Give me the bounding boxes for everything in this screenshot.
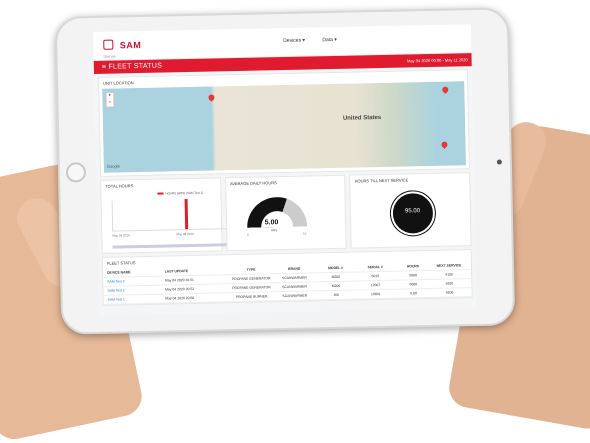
device-link[interactable]: SAM Test 1	[108, 297, 166, 301]
legend-label: HOURS [HRS] (SAM Test 1)	[165, 190, 204, 196]
cell-model: M200	[331, 274, 341, 280]
x-tick-label: May 08 2020	[176, 231, 194, 237]
cell-last-update: May 04 2020 20:51	[164, 277, 194, 283]
zoom-control: + −	[105, 91, 115, 108]
logo-icon	[103, 39, 114, 50]
cell-type: PROPANE GENERATOR	[232, 285, 271, 291]
column-header[interactable]: HOURS	[395, 264, 431, 269]
map-pin-icon[interactable]	[207, 93, 216, 102]
nav-data[interactable]: Data ▾	[322, 37, 337, 43]
next-service-value: 95.00	[404, 208, 421, 215]
cell-next-service: 9200	[445, 290, 454, 295]
chart-legend[interactable]: HOURS [HRS] (SAM Test 1)	[157, 191, 203, 196]
map-pin-icon[interactable]	[441, 85, 450, 94]
gauge-max: 10	[302, 231, 307, 236]
cell-type: PROPANE BURNER	[235, 294, 268, 300]
camera-icon	[496, 159, 502, 165]
x-tick-label: May 04 2020	[112, 233, 130, 238]
cell-next-service: 9100	[445, 272, 453, 277]
average-daily-title: AVERAGE DAILY HOURS	[229, 180, 277, 187]
cell-serial: 5015	[371, 274, 380, 279]
hours-bar[interactable]	[184, 199, 189, 230]
widget-row: TOTAL HOURS HOURS [HRS] (SAM Test 1) May…	[100, 172, 472, 254]
zoom-out-button[interactable]: −	[106, 100, 113, 107]
column-header[interactable]: MODEL #	[316, 266, 356, 271]
cell-model: J60	[333, 292, 339, 298]
column-header[interactable]: BRAND	[273, 266, 316, 271]
cell-model: M200	[331, 283, 341, 289]
app-screen: SAM iSense Devices ▾ Data ▾ ≡ FLEET STAT…	[93, 24, 477, 316]
cell-brand: SCANWARMER	[282, 293, 308, 299]
cell-hours: 5.00	[410, 291, 417, 296]
main-nav: Devices ▾ Data ▾	[283, 37, 353, 44]
cell-next-service: 9200	[445, 281, 454, 286]
map-pin-icon[interactable]	[440, 140, 449, 149]
cell-hours: 5000	[409, 282, 418, 287]
map-country-label: United States	[342, 114, 382, 122]
column-header[interactable]: NEXT SERVICE	[431, 263, 467, 268]
unit-map[interactable]: + − United States Google	[102, 81, 466, 173]
fleet-status-table: FLEET STATUS DEVICE NAME LAST UPDATE TYP…	[101, 249, 473, 306]
google-logo: Google	[106, 163, 120, 169]
tablet-device: SAM iSense Devices ▾ Data ▾ ≡ FLEET STAT…	[54, 7, 516, 335]
cell-hours: 5000	[409, 273, 417, 278]
column-header[interactable]: TYPE	[229, 267, 272, 272]
device-link[interactable]: SAM Test 3	[107, 279, 165, 283]
next-service-dial: 95.00	[390, 190, 436, 236]
column-header[interactable]: LAST UPDATE	[165, 268, 230, 273]
cell-last-update: May 04 2020 20:52	[165, 286, 195, 292]
cell-serial: 12007	[370, 283, 381, 288]
cell-last-update: May 04 2020 20:50	[165, 295, 195, 301]
gauge-unit: HRS	[270, 228, 278, 233]
cell-brand: SCANWARMER	[282, 284, 308, 290]
device-link[interactable]: SAM Test 2	[107, 288, 165, 292]
logo-subtext: iSense	[103, 53, 116, 59]
nav-devices[interactable]: Devices ▾	[283, 38, 305, 44]
cell-brand: SCANWARMER	[281, 275, 307, 281]
cell-serial: 10001	[370, 292, 381, 297]
total-hours-card: TOTAL HOURS HOURS [HRS] (SAM Test 1) May…	[100, 177, 258, 254]
cell-type: PROPANE GENERATOR	[231, 276, 271, 282]
app-logo[interactable]: SAM iSense	[103, 35, 141, 59]
logo-text: SAM	[119, 39, 142, 51]
home-button[interactable]	[65, 162, 87, 183]
legend-swatch	[157, 192, 164, 195]
column-header[interactable]: DEVICE NAME	[107, 270, 165, 274]
column-header[interactable]: SERIAL #	[355, 265, 395, 270]
next-service-card: HOURS TILL NEXT SERVICE 95.00	[349, 172, 472, 249]
next-service-title: HOURS TILL NEXT SERVICE	[354, 177, 409, 184]
average-daily-card: AVERAGE DAILY HOURS 5.00 HRS 0 10	[224, 174, 347, 252]
map-panel: UNIT LOCATION + − United States Google	[97, 69, 471, 177]
gauge-min: 0	[246, 232, 249, 237]
gauge-value: 5.00	[264, 219, 279, 227]
page-title: ≡ FLEET STATUS	[101, 62, 163, 71]
date-range[interactable]: May 04 2020 00:00 - May 11 2020	[407, 57, 468, 63]
